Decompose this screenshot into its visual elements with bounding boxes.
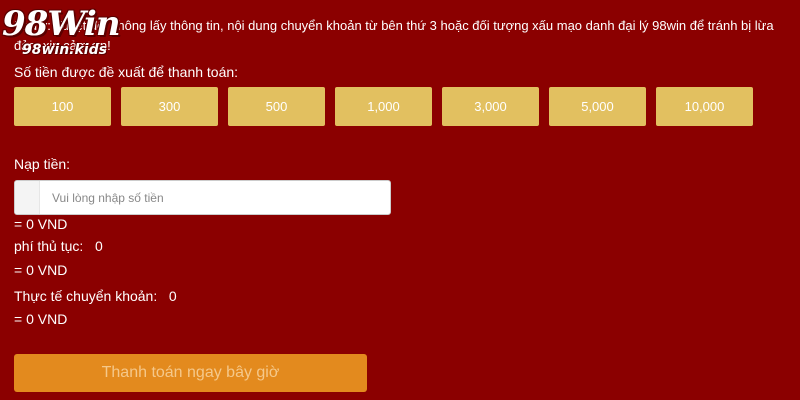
fee-row: phí thủ tục: 0 [14,238,103,254]
amount-button-300[interactable]: 300 [121,87,218,126]
deposit-amount-input[interactable] [40,181,390,214]
amount-button-10000[interactable]: 10,000 [656,87,753,126]
deposit-label: Nạp tiền: [14,156,71,172]
actual-transfer-value: 0 [168,288,177,304]
watermark-logo: 98Win 98win.kids [0,4,140,62]
actual-transfer-converted: = 0 VND [14,311,68,327]
deposit-input-group [14,180,391,215]
amount-options: 100 300 500 1,000 3,000 5,000 10,000 [14,87,753,126]
logo-main-text: 98Win [2,4,121,44]
fee-value: 0 [94,238,103,254]
amount-button-5000[interactable]: 5,000 [549,87,646,126]
amount-button-500[interactable]: 500 [228,87,325,126]
fee-label: phí thủ tục: [14,238,84,254]
deposit-converted: = 0 VND [14,216,68,232]
suggested-amount-label: Số tiền được đề xuất để thanh toán: [14,64,239,80]
pay-now-button[interactable]: Thanh toán ngay bây giờ [14,354,367,392]
actual-transfer-row: Thực tế chuyển khoản: 0 [14,288,177,304]
amount-button-3000[interactable]: 3,000 [442,87,539,126]
amount-button-100[interactable]: 100 [14,87,111,126]
logo-sub-text: 98win.kids [22,42,107,58]
fee-converted: = 0 VND [14,262,68,278]
input-addon [15,181,40,214]
actual-transfer-label: Thực tế chuyển khoản: [14,288,158,304]
amount-button-1000[interactable]: 1,000 [335,87,432,126]
